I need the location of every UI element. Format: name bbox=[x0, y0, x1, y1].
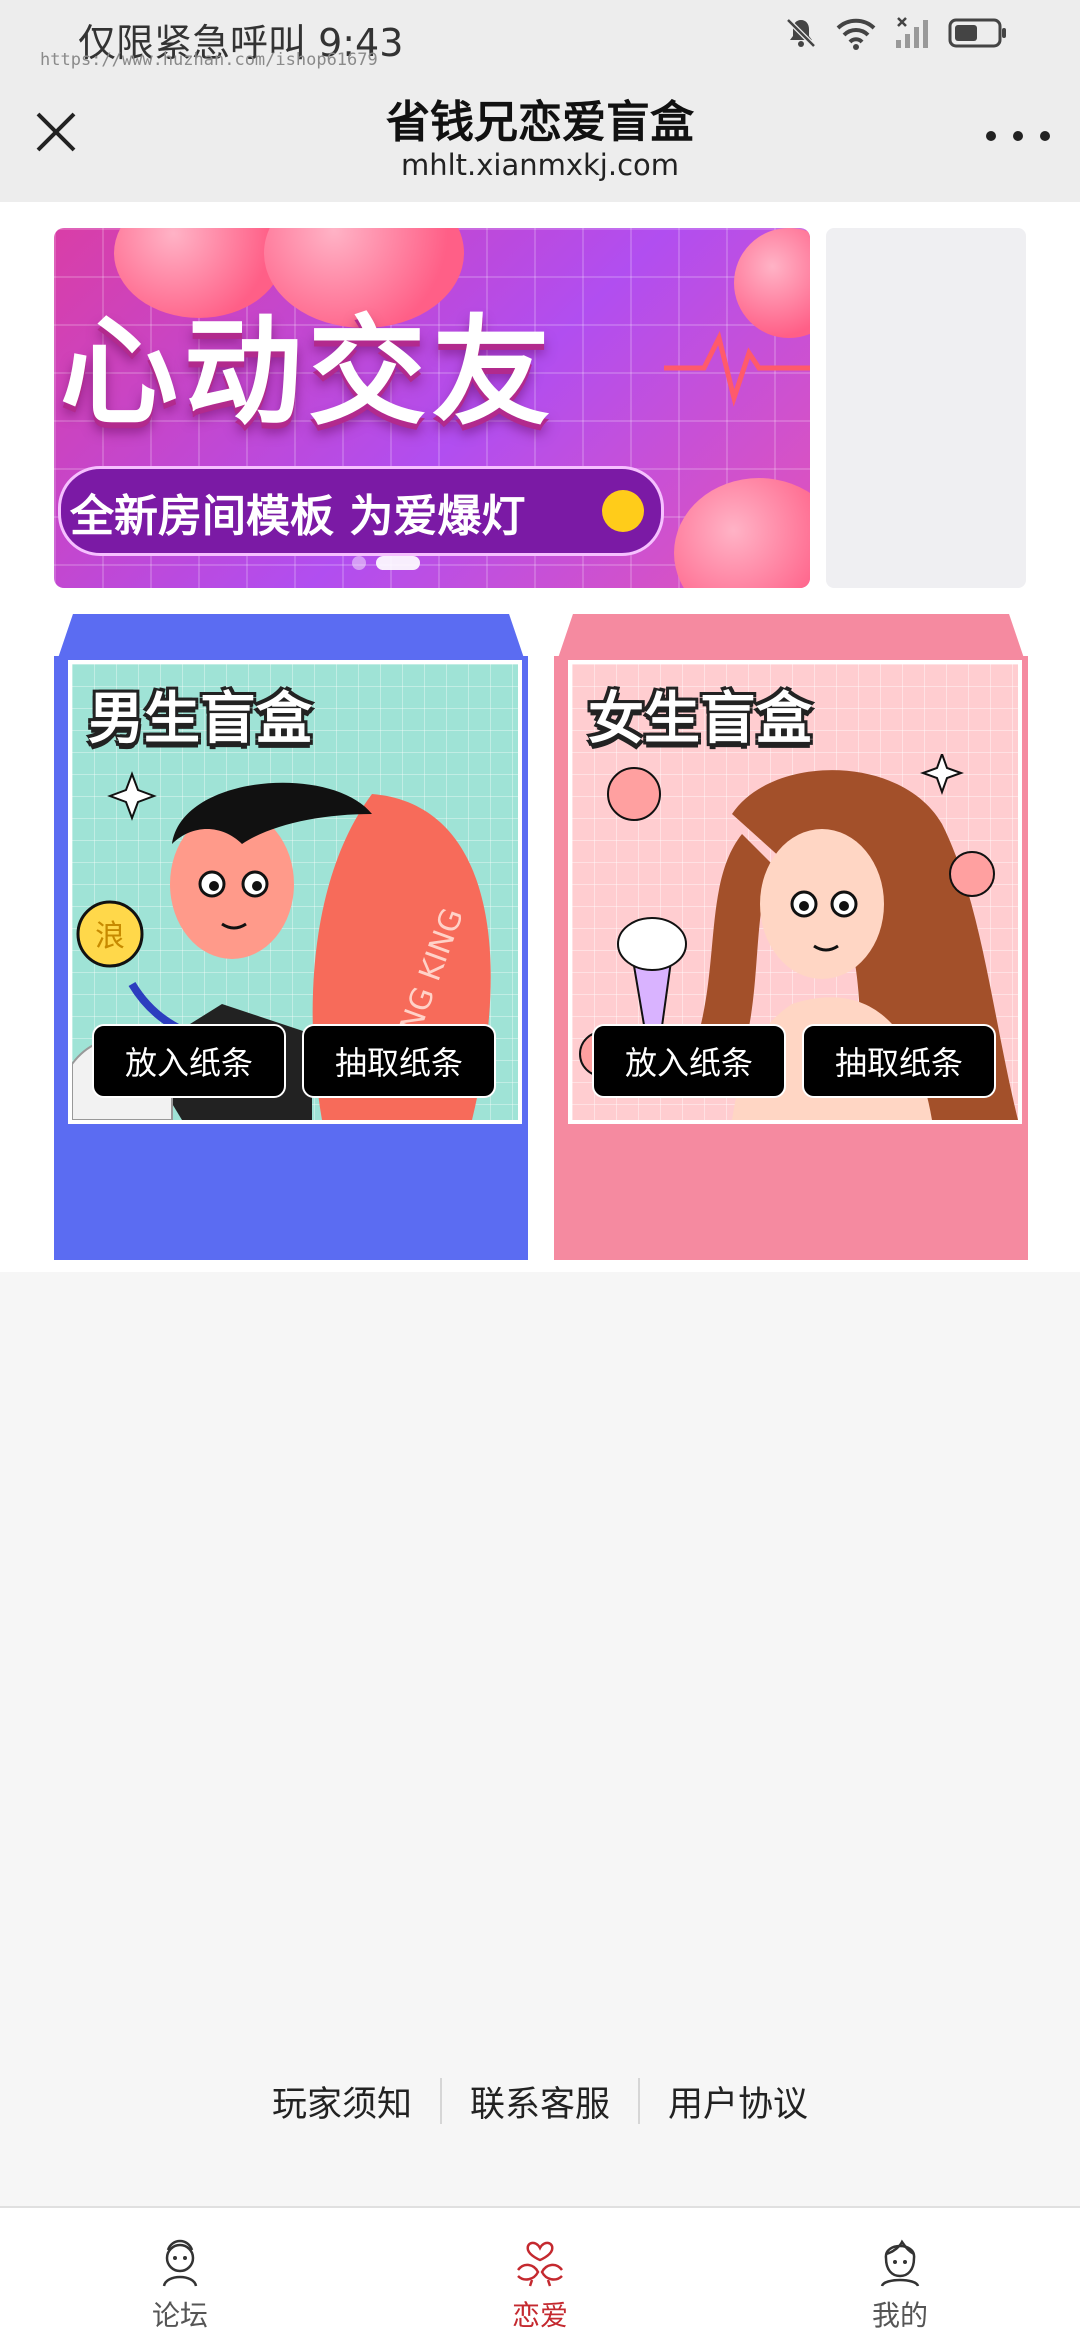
more-icon-dot bbox=[986, 131, 996, 141]
box-body: 女生盲盒 放入纸条 抽取纸条 bbox=[554, 656, 1028, 1260]
tab-profile[interactable]: 我的 bbox=[800, 2208, 1000, 2342]
male-put-note-button[interactable]: 放入纸条 bbox=[92, 1024, 286, 1098]
user-agreement-link[interactable]: 用户协议 bbox=[640, 2076, 836, 2127]
banner-next-slide[interactable] bbox=[826, 228, 1026, 588]
female-draw-note-button[interactable]: 抽取纸条 bbox=[802, 1024, 996, 1098]
tab-love[interactable]: 恋爱 bbox=[440, 2208, 640, 2342]
banner-slide[interactable]: 心动交友 全新房间模板 为爱爆灯 bbox=[54, 228, 810, 588]
page-url: mhlt.xianmxkj.com bbox=[400, 148, 680, 182]
mute-bell-icon bbox=[784, 16, 818, 54]
forum-icon bbox=[162, 2239, 198, 2287]
carousel-dot[interactable] bbox=[352, 556, 366, 570]
signal-icon bbox=[894, 16, 930, 54]
bottom-tab-bar: 论坛 恋爱 我的 bbox=[0, 2206, 1080, 2342]
coin-decoration bbox=[602, 490, 644, 532]
tab-profile-label: 我的 bbox=[871, 2299, 928, 2332]
carousel-indicator bbox=[352, 556, 420, 570]
tab-forum[interactable]: 论坛 bbox=[80, 2208, 280, 2342]
female-blind-box[interactable]: 女生盲盒 放入纸条 抽取纸条 bbox=[554, 614, 1028, 1260]
profile-icon bbox=[880, 2239, 920, 2287]
webview-header: 省钱兄恋爱盲盒 mhlt.xianmxkj.com bbox=[0, 72, 1080, 202]
contact-service-link[interactable]: 联系客服 bbox=[442, 2076, 638, 2127]
carousel-dot-active[interactable] bbox=[376, 556, 420, 570]
wifi-icon bbox=[836, 16, 876, 54]
more-icon-dot bbox=[1040, 131, 1050, 141]
footer-links: 玩家须知 联系客服 用户协议 bbox=[0, 2076, 1080, 2126]
female-put-note-button[interactable]: 放入纸条 bbox=[592, 1024, 786, 1098]
banner-subline: 全新房间模板 为爱爆灯 bbox=[70, 491, 526, 542]
battery-icon bbox=[948, 17, 1008, 53]
male-blind-box[interactable]: 男生盲盒 ANG KING 浪 放入纸条 抽取纸条 bbox=[54, 614, 528, 1260]
heartbeat-line-icon bbox=[664, 330, 810, 407]
more-icon-dot bbox=[1013, 131, 1023, 141]
player-notice-link[interactable]: 玩家须知 bbox=[244, 2076, 440, 2127]
status-icons bbox=[784, 16, 1008, 54]
tab-love-label: 恋爱 bbox=[511, 2299, 568, 2332]
main-content: 心动交友 全新房间模板 为爱爆灯 男生盲盒 ANG KING 浪 放入纸条 抽取… bbox=[0, 202, 1080, 1272]
male-box-title: 男生盲盒 bbox=[88, 687, 312, 752]
coin-text: 浪 bbox=[95, 919, 125, 954]
love-birds-icon bbox=[517, 2241, 563, 2287]
male-draw-note-button[interactable]: 抽取纸条 bbox=[302, 1024, 496, 1098]
watermark-text: https://www.huzhan.com/ishop61679 bbox=[40, 50, 378, 70]
tab-forum-label: 论坛 bbox=[151, 2299, 208, 2332]
box-body: 男生盲盒 ANG KING 浪 放入纸条 抽取纸条 bbox=[54, 656, 528, 1260]
banner-headline: 心动交友 bbox=[60, 303, 557, 441]
female-box-title: 女生盲盒 bbox=[588, 687, 812, 752]
banner-carousel[interactable]: 心动交友 全新房间模板 为爱爆灯 bbox=[54, 228, 1026, 588]
page-title: 省钱兄恋爱盲盒 bbox=[386, 97, 694, 148]
more-button[interactable] bbox=[986, 116, 1050, 156]
status-bar: 仅限紧急呼叫 9:43 https://www.huzhan.com/ishop… bbox=[0, 0, 1080, 72]
